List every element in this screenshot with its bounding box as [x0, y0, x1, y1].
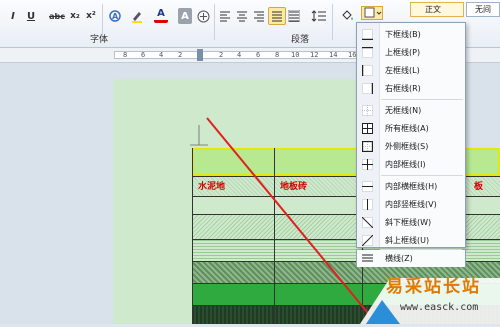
menu-separator	[381, 99, 463, 100]
left-border-icon	[362, 65, 373, 76]
right-border-icon	[362, 83, 373, 94]
menu-item-label: 横线(Z)	[385, 254, 413, 263]
menu-item-label: 内部框线(I)	[385, 160, 426, 169]
menu-separator	[381, 175, 463, 176]
menu-item-no-border[interactable]: 无框线(N)	[357, 102, 465, 119]
borders-menu: 下框线(B) 上框线(P) 左框线(L) 右框线(R) 无框线(N) 所有框线(…	[356, 22, 466, 248]
menu-item-label: 无框线(N)	[385, 106, 422, 115]
top-border-icon	[362, 47, 373, 58]
menu-item-inside-borders[interactable]: 内部框线(I)	[357, 156, 465, 173]
menu-item-right-border[interactable]: 右框线(R)	[357, 80, 465, 97]
menu-item-label: 上框线(P)	[385, 48, 421, 57]
menu-item-horizontal-line[interactable]: 横线(Z)	[356, 250, 466, 267]
menu-item-outside-borders[interactable]: 外侧框线(S)	[357, 138, 465, 155]
menu-item-label: 所有框线(A)	[385, 124, 429, 133]
diagonal-down-border-icon	[362, 217, 373, 228]
menu-item-label: 左框线(L)	[385, 66, 420, 75]
menu-item-diagonal-up-border[interactable]: 斜上框线(U)	[357, 232, 465, 249]
bottom-border-icon	[362, 29, 373, 40]
menu-item-label: 斜下框线(W)	[385, 218, 432, 227]
menu-item-label: 下框线(B)	[385, 30, 421, 39]
inside-horizontal-border-icon	[362, 181, 373, 192]
watermark-title: 易采站长站	[386, 277, 481, 297]
menu-item-label: 右框线(R)	[385, 84, 421, 93]
menu-item-label: 内部竖框线(V)	[385, 200, 437, 209]
menu-item-left-border[interactable]: 左框线(L)	[357, 62, 465, 79]
menu-item-inside-vertical-border[interactable]: 内部竖框线(V)	[357, 196, 465, 213]
watermark-url: www.easck.com	[400, 302, 479, 313]
all-borders-icon	[362, 123, 373, 134]
menu-item-bottom-border[interactable]: 下框线(B)	[357, 26, 465, 43]
horizontal-line-icon	[362, 254, 373, 262]
inside-borders-icon	[362, 159, 373, 170]
menu-item-all-borders[interactable]: 所有框线(A)	[357, 120, 465, 137]
outside-borders-icon	[362, 141, 373, 152]
diagonal-up-border-icon	[362, 235, 373, 246]
menu-item-top-border[interactable]: 上框线(P)	[357, 44, 465, 61]
menu-item-label: 内部横框线(H)	[385, 182, 438, 191]
menu-item-label: 斜上框线(U)	[385, 236, 430, 245]
menu-item-inside-horizontal-border[interactable]: 内部横框线(H)	[357, 178, 465, 195]
menu-item-diagonal-down-border[interactable]: 斜下框线(W)	[357, 214, 465, 231]
no-border-icon	[362, 105, 373, 116]
inside-vertical-border-icon	[362, 199, 373, 210]
menu-item-label: 外侧框线(S)	[385, 142, 429, 151]
watermark: 易采站长站 www.easck.com	[360, 270, 500, 324]
